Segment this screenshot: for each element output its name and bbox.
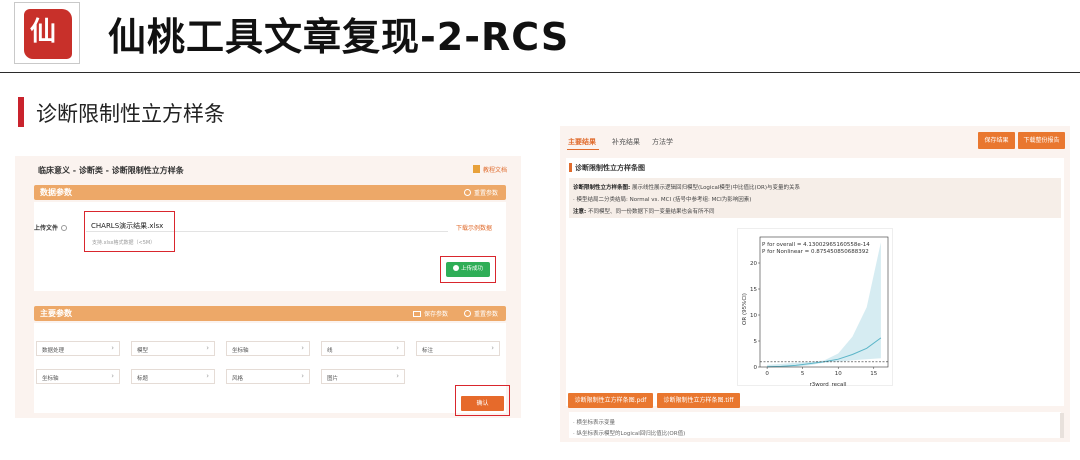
confidence-band xyxy=(767,242,881,367)
note-label: 注意: xyxy=(573,209,587,215)
chevron-right-icon: › xyxy=(301,344,304,352)
upload-label-text: 上传文件 xyxy=(34,225,59,232)
description-line-2: · 模型结局二分类结局: Normal vs. MCI (括号中参考组: MCI… xyxy=(573,197,752,203)
chevron-right-icon: › xyxy=(206,372,209,380)
y-tick-label: 0 xyxy=(754,365,758,371)
upload-label: 上传文件 xyxy=(34,223,68,232)
select-label: 坐标轴 xyxy=(42,376,59,382)
reset-label: 重置参数 xyxy=(473,311,498,318)
desc-text: 展示线性展示逻辑回归模型(Logical模型)中比值比(OR)与变量的关系 xyxy=(631,185,800,191)
result-accent-bar xyxy=(569,163,572,172)
breadcrumb: 临床意义 - 诊断类 - 诊断限制性立方样条 xyxy=(38,166,184,175)
select-title[interactable]: 标题 › xyxy=(131,369,215,384)
annotation-p-overall: P for overall = 4.13002965160558e-14 xyxy=(762,242,870,248)
select-data-processing[interactable]: 数据处理 › xyxy=(36,341,120,356)
x-axis-label: r3word_recall xyxy=(809,382,846,387)
select-label: 数据处理 xyxy=(42,348,65,354)
save-label: 保存参数 xyxy=(423,311,448,318)
chevron-right-icon: › xyxy=(396,372,399,380)
y-tick-label: 10 xyxy=(750,313,757,319)
download-tiff-button[interactable]: 诊断限制性立方样条图.tiff xyxy=(657,393,740,408)
chevron-right-icon: › xyxy=(301,372,304,380)
select-label: 标题 xyxy=(137,376,149,382)
data-params-title: 数据参数 xyxy=(40,188,72,197)
document-icon xyxy=(472,165,480,173)
highlight-box-upload xyxy=(440,256,496,283)
info-icon xyxy=(61,225,68,231)
refresh-icon xyxy=(463,189,471,196)
annotation-p-nonlinear: P for Nonlinear = 0.875450850688392 xyxy=(762,249,869,255)
tab-methodology[interactable]: 方法学 xyxy=(652,137,673,147)
logo: 仙 xyxy=(14,2,80,64)
chevron-right-icon: › xyxy=(396,344,399,352)
seal-text: 仙 xyxy=(30,17,57,47)
note-text: 不同模型、同一份数据下同一变量结果也会有所不同 xyxy=(587,209,715,215)
select-label: 坐标轴 xyxy=(232,348,249,354)
rcs-chart-svg: P for overall = 4.13002965160558e-14 P f… xyxy=(742,236,889,388)
select-coordinate[interactable]: 坐标轴 › xyxy=(36,369,120,384)
x-tick-label: 0 xyxy=(765,371,769,377)
main-params-bar: 主要参数 保存参数 重置参数 xyxy=(34,306,506,321)
tab-main-results[interactable]: 主要结果 xyxy=(568,137,596,147)
note-line: · 横坐标表示变量 xyxy=(573,420,615,426)
x-tick-label: 15 xyxy=(870,371,877,377)
select-model[interactable]: 模型 › xyxy=(131,341,215,356)
section-title: 诊断限制性立方样条 xyxy=(36,102,225,126)
y-axis-label: OR (95%CI) xyxy=(742,293,748,325)
select-annotation[interactable]: 标注 › xyxy=(416,341,500,356)
select-label: 标注 xyxy=(422,348,434,354)
tab-supplementary-results[interactable]: 补充结果 xyxy=(612,137,640,147)
save-icon xyxy=(412,311,421,317)
y-tick-label: 15 xyxy=(750,287,757,293)
select-label: 图片 xyxy=(327,376,339,382)
save-params-button[interactable]: 保存参数 xyxy=(412,309,448,318)
select-axis[interactable]: 坐标轴 › xyxy=(226,341,310,356)
download-example-link[interactable]: 下载示例数据 xyxy=(456,223,492,232)
chevron-right-icon: › xyxy=(111,344,114,352)
desc-label: 诊断限制性立方样条图: xyxy=(573,185,631,191)
reset-label: 重置参数 xyxy=(473,190,498,197)
reset-main-params-button[interactable]: 重置参数 xyxy=(463,309,498,318)
section-accent-bar xyxy=(18,97,24,127)
chevron-right-icon: › xyxy=(206,344,209,352)
x-tick-label: 5 xyxy=(801,371,805,377)
active-tab-underline xyxy=(567,149,599,150)
select-line[interactable]: 线 › xyxy=(321,341,405,356)
chevron-right-icon: › xyxy=(111,372,114,380)
x-tick-label: 10 xyxy=(835,371,842,377)
select-label: 风格 xyxy=(232,376,244,382)
result-heading: 诊断限制性立方样条图 xyxy=(575,164,645,172)
seal-logo: 仙 xyxy=(24,9,72,59)
note-line: · 纵坐标表示模型的Logical回归比值比(OR值) xyxy=(573,431,686,437)
download-pdf-button[interactable]: 诊断限制性立方样条图.pdf xyxy=(568,393,653,408)
description-line-3: 注意: 不同模型、同一份数据下同一变量结果也会有所不同 xyxy=(573,207,714,215)
select-image[interactable]: 图片 › xyxy=(321,369,405,384)
save-result-button[interactable]: 保存结果 xyxy=(978,132,1015,149)
highlight-box-file xyxy=(84,211,175,252)
refresh-icon xyxy=(463,310,471,317)
divider xyxy=(0,72,1080,73)
chevron-right-icon: › xyxy=(491,344,494,352)
reset-data-params-button[interactable]: 重置参数 xyxy=(463,188,498,197)
page-title: 仙桃工具文章复现-2-RCS xyxy=(108,15,570,59)
main-params-title: 主要参数 xyxy=(40,309,72,318)
highlight-box-confirm xyxy=(455,385,510,416)
main-params-body xyxy=(34,323,506,413)
select-label: 模型 xyxy=(137,348,149,354)
rcs-chart: P for overall = 4.13002965160558e-14 P f… xyxy=(737,228,893,388)
select-style[interactable]: 风格 › xyxy=(226,369,310,384)
y-tick-label: 20 xyxy=(750,261,757,267)
scrollbar[interactable] xyxy=(1060,413,1064,438)
doc-link-label: 教程文档 xyxy=(482,167,507,174)
y-tick-label: 5 xyxy=(754,339,758,345)
download-report-button[interactable]: 下载整份报告 xyxy=(1018,132,1065,149)
doc-link[interactable]: 教程文档 xyxy=(472,165,507,174)
select-label: 线 xyxy=(327,348,333,354)
data-params-bar: 数据参数 重置参数 xyxy=(34,185,506,200)
description-line-1: 诊断限制性立方样条图: 展示线性展示逻辑回归模型(Logical模型)中比值比(… xyxy=(573,183,800,191)
